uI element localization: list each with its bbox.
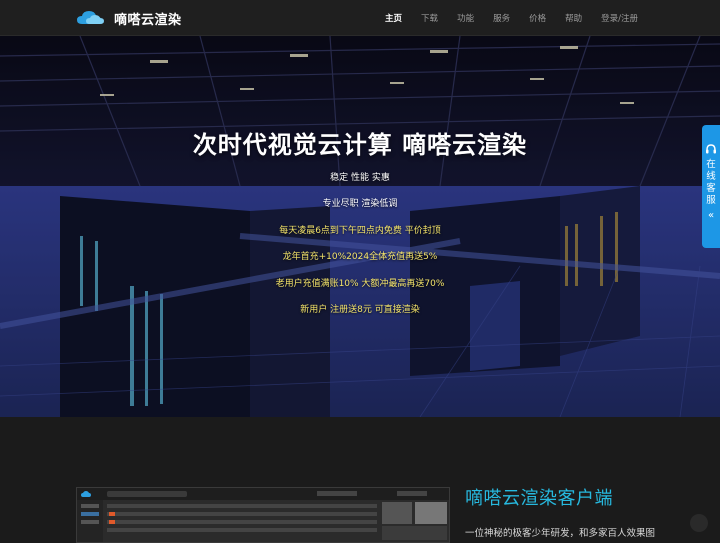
client-section: 嘀嗒云渲染客户端 一位神秘的极客少年研发，和多家百人效果图 [0, 417, 720, 543]
hero-promo-2: 龙年首充+10%2024全体充值再送5% [282, 252, 438, 262]
online-service-label: 在线客服 [706, 159, 716, 206]
brand[interactable]: 嘀嗒云渲染 [76, 8, 182, 28]
online-service-tab[interactable]: 在线客服 « [702, 125, 720, 248]
hero-line-2: 专业尽职 渲染低调 [322, 199, 398, 209]
hero-promo-3: 老用户充值满账10% 大额冲最高再送70% [275, 279, 445, 289]
nav-login-register[interactable]: 登录/注册 [601, 12, 638, 24]
headset-icon [706, 144, 716, 154]
nav-download[interactable]: 下载 [421, 12, 438, 24]
brand-name: 嘀嗒云渲染 [114, 12, 182, 28]
client-app-preview-image [77, 488, 449, 542]
hero-promo-1: 每天凌晨6点到下午四点内免费 平价封顶 [279, 226, 441, 236]
nav-home[interactable]: 主页 [385, 12, 402, 24]
collapse-arrow-icon: « [707, 210, 715, 221]
top-navbar: 嘀嗒云渲染 主页 下载 功能 服务 价格 帮助 登录/注册 [0, 0, 720, 36]
nav-features[interactable]: 功能 [457, 12, 474, 24]
main-nav: 主页 下载 功能 服务 价格 帮助 登录/注册 [366, 0, 638, 36]
nav-help[interactable]: 帮助 [565, 12, 582, 24]
hero-title: 次时代视觉云计算 嘀嗒云渲染 [192, 131, 528, 159]
back-to-top-button[interactable] [690, 514, 708, 532]
hero-promo-4: 新用户 注册送8元 可直接渲染 [300, 305, 420, 315]
client-app-screenshot [76, 487, 450, 543]
nav-service[interactable]: 服务 [493, 12, 510, 24]
client-description: 一位神秘的极客少年研发，和多家百人效果图 [465, 528, 656, 539]
client-title: 嘀嗒云渲染客户端 [465, 488, 613, 509]
cloud-logo-icon [77, 11, 104, 24]
nav-pricing[interactable]: 价格 [529, 12, 546, 24]
hero-line-1: 稳定 性能 实惠 [330, 173, 390, 183]
hero-banner: 次时代视觉云计算 嘀嗒云渲染 稳定 性能 实惠 专业尽职 渲染低调 每天凌晨6点… [0, 36, 720, 417]
